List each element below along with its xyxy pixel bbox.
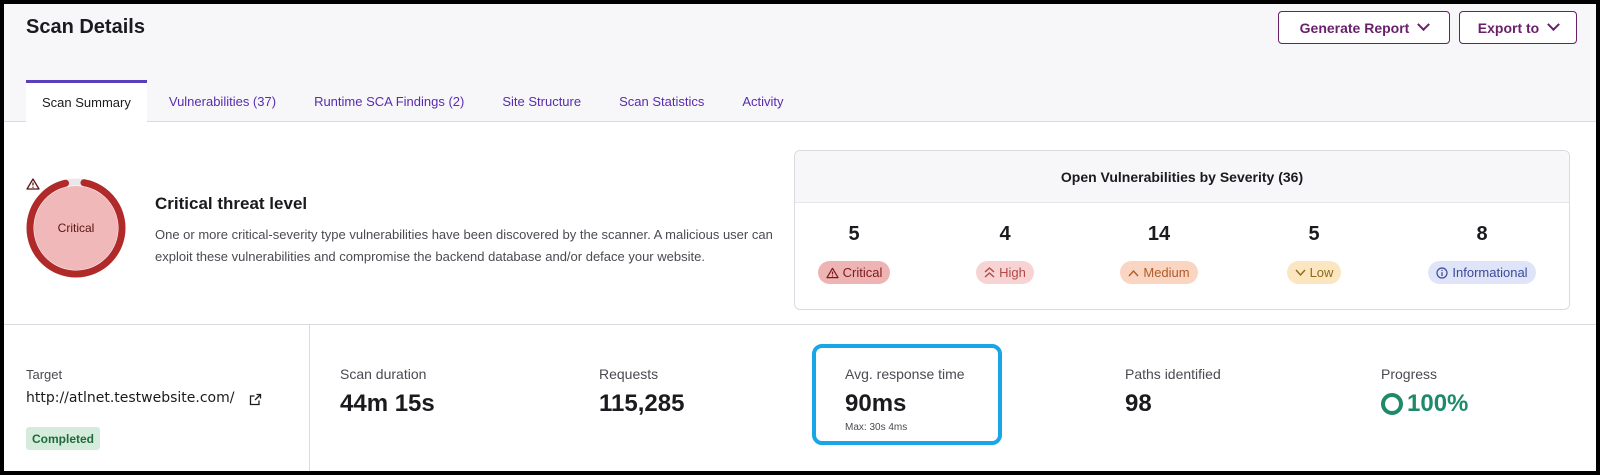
- severity-informational[interactable]: 8 Informational: [1412, 223, 1552, 284]
- threat-level-title: Critical threat level: [155, 194, 308, 213]
- tab-site-structure[interactable]: Site Structure: [486, 80, 597, 122]
- warning-triangle-icon: [26, 178, 40, 190]
- stat-value: 98: [1125, 390, 1152, 417]
- severity-count: 5: [1308, 223, 1320, 245]
- severity-badge-critical: Critical: [817, 261, 891, 284]
- status-badge: Completed: [26, 427, 101, 450]
- threat-level-ring: Critical: [26, 178, 126, 278]
- target-divider: [309, 324, 310, 471]
- tab-bar: Scan Summary Vulnerabilities (37) Runtim…: [26, 80, 806, 122]
- export-to-button[interactable]: Export to: [1459, 11, 1577, 44]
- severity-count: 4: [999, 223, 1011, 245]
- generate-report-label: Generate Report: [1299, 19, 1410, 36]
- threat-level-description: One or more critical-severity type vulne…: [155, 227, 773, 264]
- severity-badge-medium: Medium: [1120, 261, 1198, 284]
- info-circle-icon: [1436, 266, 1449, 279]
- stat-sub-label: Max: 30s 4ms: [845, 422, 908, 433]
- stat-value: 100%: [1407, 390, 1469, 417]
- severity-count: 8: [1476, 223, 1488, 245]
- page-header: Scan Details Generate Report Export to S…: [4, 4, 1596, 122]
- tab-scan-summary[interactable]: Scan Summary: [26, 80, 147, 122]
- stat-scan-duration: Scan duration 44m 15s: [340, 366, 435, 418]
- severity-critical[interactable]: 5 Critical: [795, 223, 924, 284]
- chevron-down-icon: [1417, 18, 1431, 32]
- severity-badge-low: Low: [1286, 261, 1342, 284]
- stat-requests: Requests 115,285: [599, 366, 684, 418]
- stat-value: 90ms: [845, 390, 907, 417]
- progress-value-row: 100%: [1381, 390, 1468, 418]
- stat-value: 115,285: [599, 390, 685, 417]
- generate-report-button[interactable]: Generate Report: [1278, 11, 1450, 44]
- severity-badge-informational: Informational: [1428, 261, 1536, 284]
- target-label: Target: [26, 367, 63, 382]
- severity-count: 14: [1147, 223, 1171, 245]
- external-link-icon[interactable]: [249, 393, 262, 406]
- stat-progress: Progress 100%: [1381, 366, 1468, 418]
- tab-vulnerabilities[interactable]: Vulnerabilities (37): [153, 80, 292, 122]
- stat-label: Scan duration: [340, 366, 427, 382]
- chevron-down-icon: [1295, 269, 1306, 276]
- double-chevron-up-icon: [984, 267, 995, 278]
- severity-summary-card: Open Vulnerabilities by Severity (36) 5 …: [794, 150, 1570, 310]
- page-title: Scan Details: [26, 16, 145, 38]
- tab-runtime-sca-findings[interactable]: Runtime SCA Findings (2): [298, 80, 480, 122]
- tab-activity[interactable]: Activity: [726, 80, 799, 122]
- tab-scan-statistics[interactable]: Scan Statistics: [603, 80, 720, 122]
- warning-triangle-icon: [825, 267, 839, 278]
- severity-card-title: Open Vulnerabilities by Severity (36): [795, 151, 1569, 203]
- chevron-up-icon: [1128, 269, 1139, 276]
- stat-value: 44m 15s: [340, 390, 435, 417]
- severity-badge-high: High: [976, 261, 1034, 284]
- stat-paths-identified: Paths identified 98: [1125, 366, 1221, 418]
- severity-count: 5: [848, 223, 860, 245]
- stat-label: Paths identified: [1125, 366, 1221, 382]
- scan-details-window: Scan Details Generate Report Export to S…: [4, 4, 1596, 471]
- severity-low[interactable]: 5 Low: [1244, 223, 1384, 284]
- severity-high[interactable]: 4 High: [935, 223, 1075, 284]
- severity-medium[interactable]: 14 Medium: [1089, 223, 1229, 284]
- chevron-down-icon: [1547, 18, 1561, 32]
- stat-label: Requests: [599, 366, 659, 382]
- export-to-label: Export to: [1477, 19, 1540, 36]
- progress-ring-icon: [1381, 393, 1403, 415]
- stat-label: Progress: [1381, 366, 1438, 382]
- threat-ring-label: Critical: [57, 221, 95, 235]
- section-divider: [4, 324, 1596, 325]
- stat-avg-response-time: Avg. response time 90ms Max: 30s 4ms: [845, 366, 965, 433]
- stat-label: Avg. response time: [845, 366, 965, 382]
- target-url[interactable]: http://atlnet.testwebsite.com/: [26, 390, 234, 406]
